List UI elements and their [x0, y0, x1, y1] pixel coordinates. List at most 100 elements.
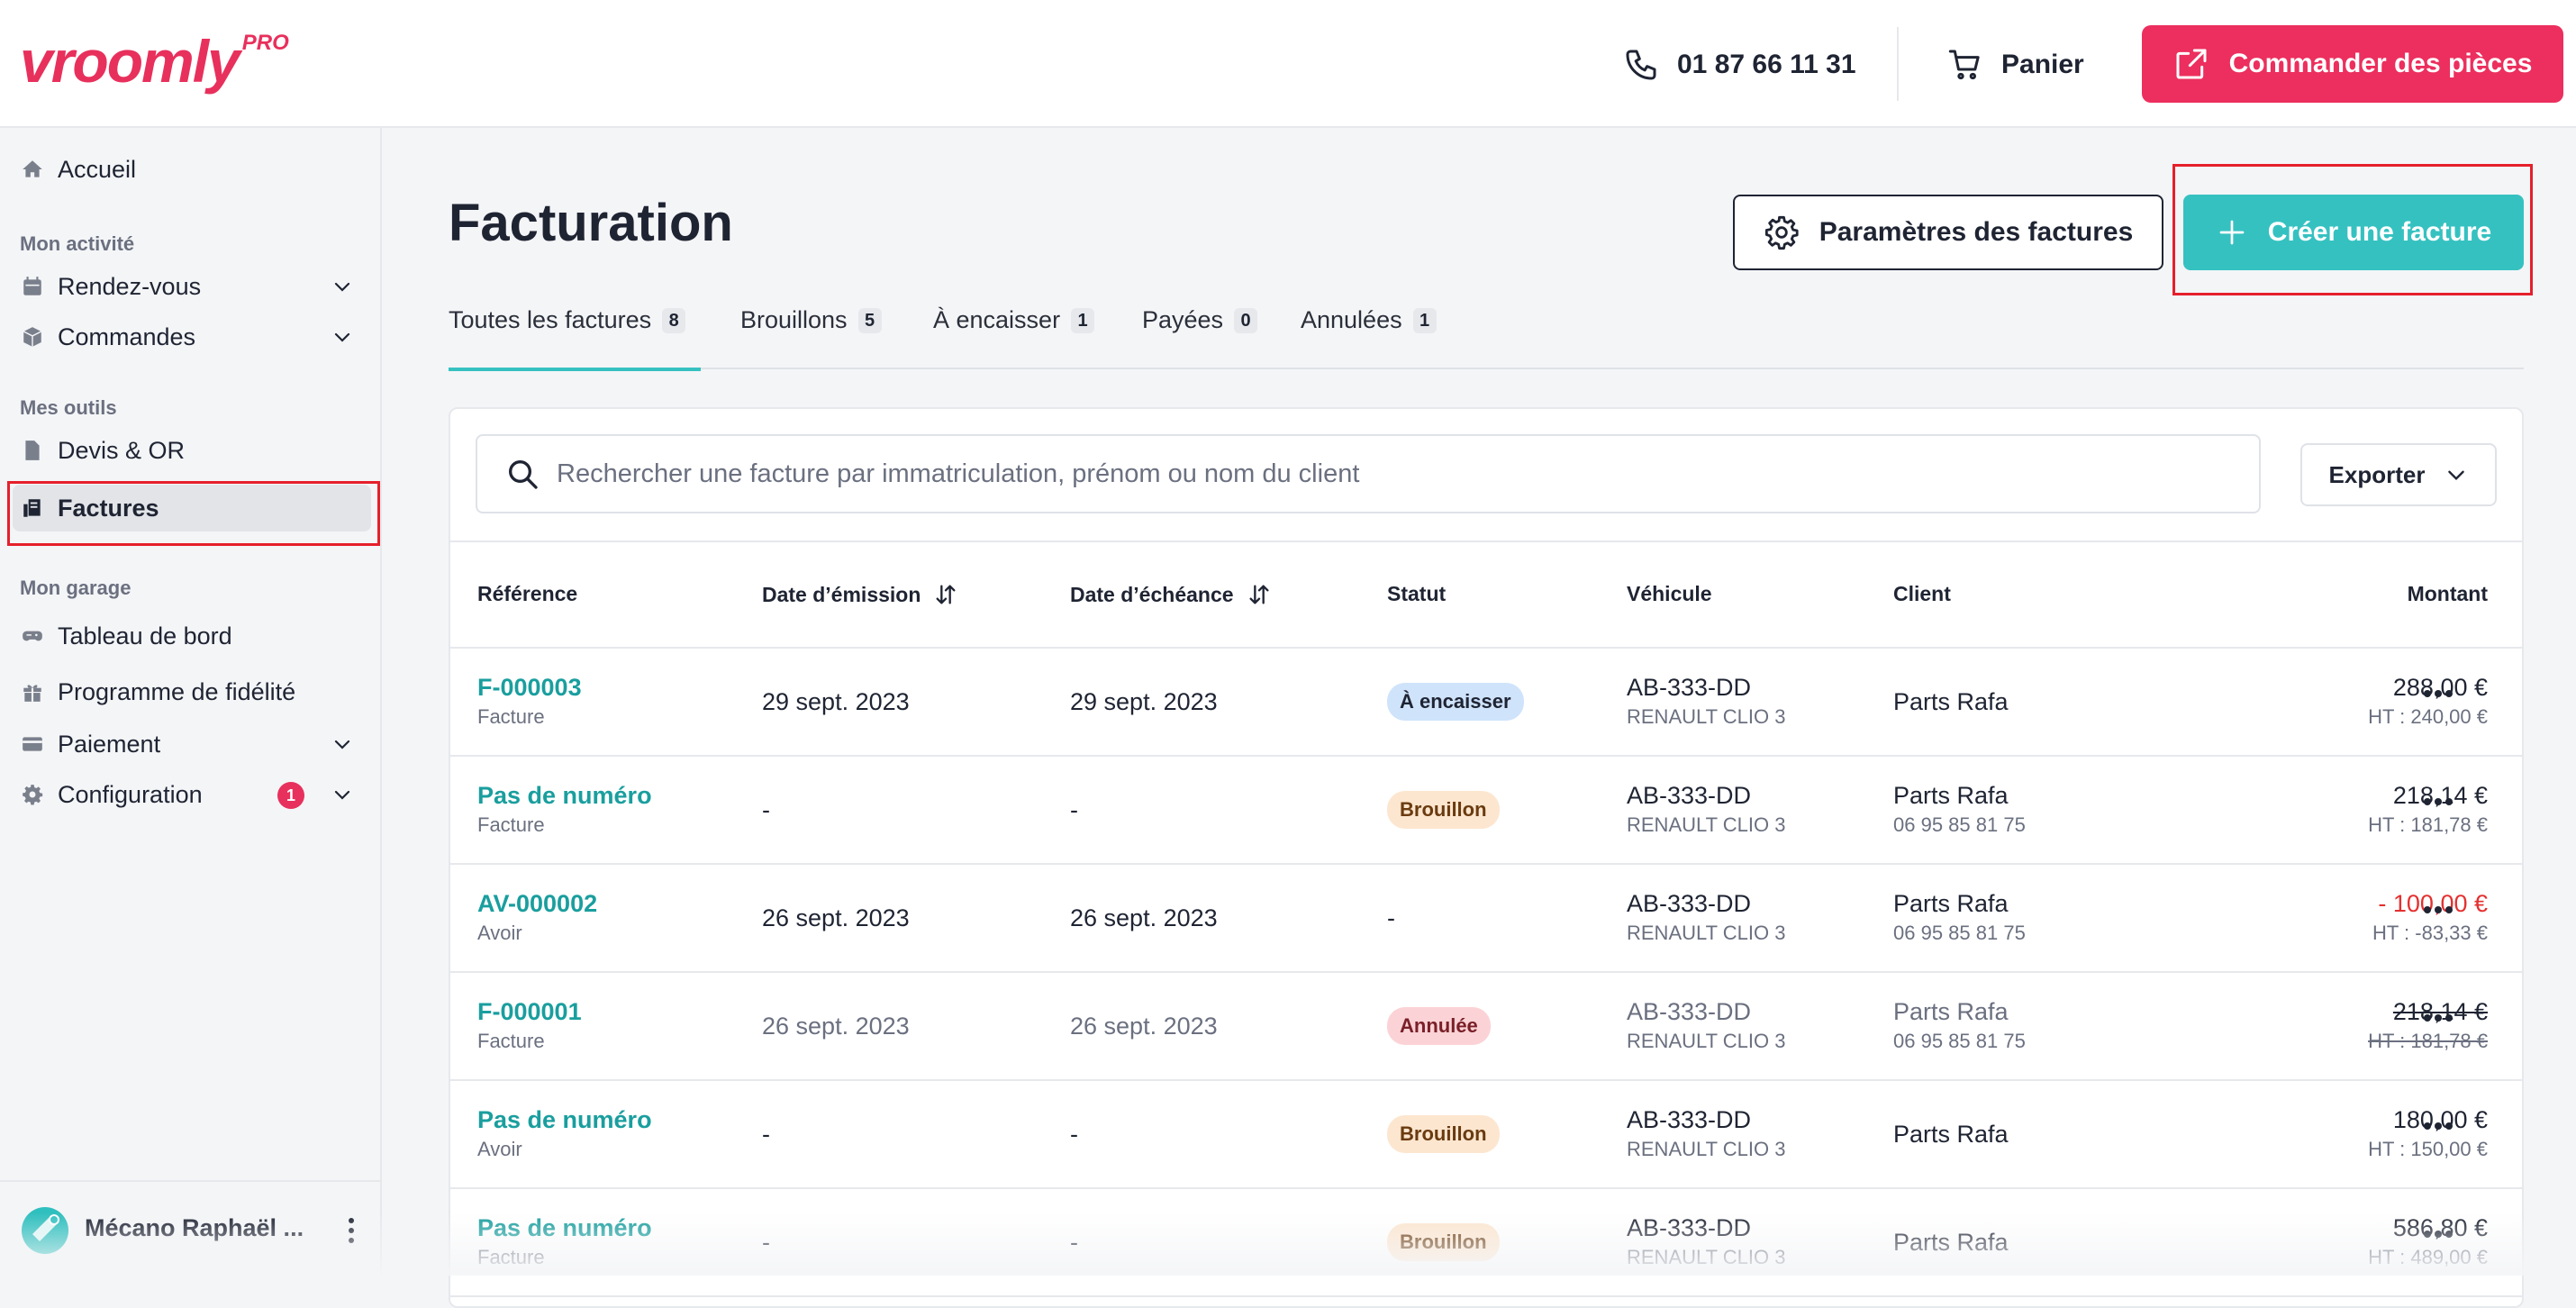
invoice-reference-link[interactable]: Pas de numéro	[477, 1106, 652, 1134]
chevron-down-icon[interactable]	[331, 326, 353, 348]
table-row[interactable]: Pas de numéro Facture - - Brouillon AB-3…	[450, 757, 2522, 865]
tab-label: Brouillons	[740, 306, 848, 333]
client-phone: 06 95 85 81 75	[1893, 813, 2026, 836]
amount-ht: HT : 181,78 €	[2368, 813, 2488, 836]
issue-date: 26 sept. 2023	[762, 1013, 910, 1040]
tab-count: 0	[1234, 308, 1258, 333]
client-phone: 06 95 85 81 75	[1893, 1030, 2026, 1052]
invoice-type: Facture	[477, 1246, 545, 1268]
invoice-reference-link[interactable]: F-000001	[477, 998, 582, 1026]
column-header-client: Client	[1893, 582, 1951, 605]
client-name: Parts Rafa	[1893, 782, 2009, 809]
sidebar: Accueil Mon activité Rendez-vous Command…	[0, 128, 382, 1276]
tab-to-collect[interactable]: À encaisser 1	[933, 306, 1095, 368]
invoices-panel: Rechercher une facture par immatriculati…	[449, 407, 2524, 1308]
sidebar-item-payment[interactable]: Paiement	[20, 722, 362, 766]
tab-label: Toutes les factures	[449, 306, 652, 333]
search-input[interactable]: Rechercher une facture par immatriculati…	[476, 434, 2261, 513]
header-divider	[1897, 27, 1899, 101]
export-dropdown[interactable]: Exporter	[2300, 443, 2497, 506]
tab-cancelled[interactable]: Annulées 1	[1301, 306, 1437, 368]
table-row[interactable]: F-000003 Facture 29 sept. 2023 29 sept. …	[450, 649, 2522, 757]
sort-icon[interactable]	[1247, 582, 1272, 607]
page-title: Facturation	[449, 194, 733, 252]
invoice-type: Facture	[477, 705, 545, 728]
status-badge: Annulée	[1387, 1007, 1491, 1045]
invoice-reference-link[interactable]: Pas de numéro	[477, 782, 652, 810]
invoice-reference-link[interactable]: Pas de numéro	[477, 1214, 652, 1242]
sort-icon[interactable]	[933, 582, 958, 607]
tab-label: À encaisser	[933, 306, 1061, 333]
client-phone: 06 95 85 81 75	[1893, 922, 2026, 944]
calendar-icon	[20, 274, 45, 299]
sidebar-item-orders[interactable]: Commandes	[20, 315, 362, 359]
column-header-due[interactable]: Date d’échéance	[1070, 582, 1272, 607]
gear-icon	[20, 782, 45, 807]
gear-icon	[1764, 214, 1800, 250]
phone-contact[interactable]: 01 87 66 11 31	[1623, 40, 1856, 90]
invoice-reference-link[interactable]: F-000003	[477, 674, 582, 702]
due-date: 26 sept. 2023	[1070, 904, 1218, 931]
search-icon	[504, 456, 540, 492]
vehicle-model: RENAULT CLIO 3	[1627, 922, 1786, 944]
order-parts-button[interactable]: Commander des pièces	[2142, 25, 2563, 103]
row-actions-icon[interactable]	[2423, 688, 2454, 699]
user-profile-bar[interactable]: Mécano Raphaël ...	[0, 1180, 380, 1276]
column-header-status: Statut	[1387, 582, 1447, 605]
table-row[interactable]: Pas de numéro Facture - - Brouillon AB-3…	[450, 1189, 2522, 1297]
amount-ht: HT : 181,78 €	[2368, 1030, 2488, 1052]
due-date: -	[1070, 796, 1078, 823]
sidebar-item-dashboard[interactable]: Tableau de bord	[20, 614, 362, 658]
sidebar-item-label: Rendez-vous	[58, 272, 202, 300]
home-icon	[20, 157, 45, 182]
client-name: Parts Rafa	[1893, 1121, 2009, 1148]
table-row[interactable]: F-000001 Facture 26 sept. 2023 26 sept. …	[450, 973, 2522, 1081]
tab-drafts[interactable]: Brouillons 5	[740, 306, 882, 368]
phone-number: 01 87 66 11 31	[1677, 50, 1856, 79]
highlight-box-create	[2172, 164, 2533, 295]
row-actions-icon[interactable]	[2423, 904, 2454, 915]
amount-ht: HT : -83,33 €	[2372, 922, 2488, 944]
client-name: Parts Rafa	[1893, 1229, 2009, 1256]
vehicle-plate: AB-333-DD	[1627, 782, 1752, 809]
vroomly-logo[interactable]: vroomly PRO	[20, 25, 289, 97]
column-header-issued[interactable]: Date d’émission	[762, 582, 958, 607]
row-actions-icon[interactable]	[2423, 796, 2454, 807]
table-row[interactable]: Pas de numéro Avoir - - Brouillon AB-333…	[450, 1081, 2522, 1189]
invoice-settings-button[interactable]: Paramètres des factures	[1733, 195, 2163, 270]
due-date: -	[1070, 1121, 1078, 1148]
row-actions-icon[interactable]	[2423, 1013, 2454, 1023]
tab-label: Payées	[1142, 306, 1224, 333]
export-label: Exporter	[2328, 460, 2426, 488]
column-header-label: Date d’échéance	[1070, 582, 1234, 606]
cart-label: Panier	[2001, 50, 2084, 79]
row-actions-icon[interactable]	[2423, 1121, 2454, 1131]
more-vertical-icon[interactable]	[346, 1216, 357, 1245]
invoice-reference-link[interactable]: AV-000002	[477, 890, 597, 918]
invoice-type: Facture	[477, 1030, 545, 1052]
notification-badge: 1	[277, 782, 304, 809]
row-actions-icon[interactable]	[2423, 1229, 2454, 1240]
sidebar-item-configuration[interactable]: Configuration 1	[20, 773, 362, 816]
tab-count: 5	[857, 308, 882, 333]
issue-date: 29 sept. 2023	[762, 688, 910, 715]
sidebar-item-home[interactable]: Accueil	[20, 148, 362, 191]
invoice-type: Avoir	[477, 1138, 522, 1160]
chevron-down-icon[interactable]	[331, 784, 353, 805]
issue-date: 26 sept. 2023	[762, 904, 910, 931]
sidebar-item-appointments[interactable]: Rendez-vous	[20, 265, 362, 308]
tab-all[interactable]: Toutes les factures 8	[449, 306, 701, 371]
column-header-label: Date d’émission	[762, 582, 921, 606]
table-row[interactable]: AV-000002 Avoir 26 sept. 2023 26 sept. 2…	[450, 865, 2522, 973]
search-placeholder: Rechercher une facture par immatriculati…	[557, 459, 1360, 488]
cart-button[interactable]: Panier	[1947, 40, 2084, 90]
vehicle-model: RENAULT CLIO 3	[1627, 813, 1786, 836]
sidebar-item-quotes[interactable]: Devis & OR	[20, 429, 362, 472]
order-parts-label: Commander des pièces	[2228, 49, 2533, 78]
chevron-down-icon[interactable]	[331, 276, 353, 297]
phone-icon	[1623, 47, 1659, 83]
tab-paid[interactable]: Payées 0	[1142, 306, 1258, 368]
sidebar-item-loyalty[interactable]: Programme de fidélité	[20, 670, 362, 713]
chevron-down-icon[interactable]	[331, 733, 353, 755]
sidebar-item-label: Programme de fidélité	[58, 677, 296, 705]
